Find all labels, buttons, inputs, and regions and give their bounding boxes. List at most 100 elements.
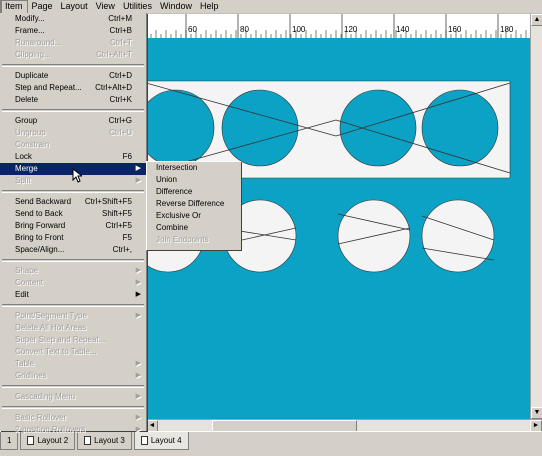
menu-item-2-position-rollovers[interactable]: 2-position Rollovers ▶ [0, 424, 146, 436]
menu-separator [2, 385, 144, 388]
horizontal-ruler: 60 80 100 120 140 160 180 [146, 14, 530, 39]
menu-item-shape[interactable]: Shape ▶ [0, 265, 146, 277]
menu-item-label: Cascading Menu [15, 392, 76, 401]
merge-item-join-endpoints[interactable]: Join Endpoints [147, 234, 241, 246]
menu-item-basic-rollover[interactable]: Basic Rollover ▶ [0, 412, 146, 424]
ruler-label: 160 [448, 25, 462, 34]
ruler-label: 80 [240, 25, 249, 34]
menu-item-convert-text-to-table[interactable]: Convert Text to Table... [0, 346, 146, 358]
menu-item-label: Content [15, 278, 44, 287]
menu-item-lock[interactable]: Lock F6 [0, 151, 146, 163]
menu-item-label: Gridlines [15, 371, 47, 380]
menu-item-bring-forward[interactable]: Bring Forward Ctrl+F5 [0, 220, 146, 232]
menu-item-label: Send to Back [15, 209, 63, 218]
menu-layout[interactable]: Layout [57, 0, 92, 13]
menu-item-delete-all-hot-areas[interactable]: Delete All Hot Areas [0, 322, 146, 334]
merge-item-union[interactable]: Union [147, 174, 241, 186]
menu-item-shortcut: Ctrl+M [108, 14, 132, 23]
menu-separator [2, 259, 144, 262]
submenu-arrow-icon: ▶ [135, 393, 141, 400]
submenu-arrow-icon: ▶ [135, 312, 141, 319]
menu-item-shortcut: Ctrl+G [108, 116, 132, 125]
merge-submenu: Intersection Union Difference Reverse Diffe… [146, 161, 242, 251]
submenu-arrow-icon: ▶ [135, 360, 141, 367]
menu-separator [2, 304, 144, 307]
menu-item-send-to-back[interactable]: Send to Back Shift+F5 [0, 208, 146, 220]
menu-item-delete[interactable]: Delete Ctrl+K [0, 94, 146, 106]
menu-item-shortcut: Ctrl+D [109, 71, 132, 80]
menu-item-content[interactable]: Content ▶ [0, 277, 146, 289]
menu-item-label: Bring to Front [15, 233, 64, 242]
merge-item-difference[interactable]: Difference [147, 186, 241, 198]
menu-item-shortcut: F6 [122, 152, 132, 161]
menu-item-label: Table [15, 359, 35, 368]
menu-item-label: Lock [15, 152, 32, 161]
submenu-arrow-icon: ▶ [135, 177, 141, 184]
menu-item-edit[interactable]: Edit ▶ [0, 289, 146, 301]
ruler-ticks: 60 80 100 120 140 160 180 [146, 14, 527, 38]
menu-item-constrain[interactable]: Constrain [0, 139, 146, 151]
menu-item-runaround[interactable]: Runaround... Ctrl+T [0, 37, 146, 49]
ruler-label: 120 [344, 25, 358, 34]
ruler-label: 100 [292, 25, 306, 34]
menu-item-duplicate[interactable]: Duplicate Ctrl+D [0, 70, 146, 82]
menu-item-send-backward[interactable]: Send Backward Ctrl+Shift+F5 [0, 196, 146, 208]
submenu-arrow-icon: ▶ [135, 267, 141, 274]
menu-item-label: Shape [15, 266, 39, 275]
menu-item[interactable]: Item [0, 0, 28, 14]
menu-item-ungroup[interactable]: Ungroup Ctrl+U [0, 127, 146, 139]
submenu-arrow-icon: ▶ [135, 279, 141, 286]
menu-item-shortcut: Ctrl+T [110, 38, 132, 47]
menu-item-shortcut: F5 [122, 233, 132, 242]
menu-bar: Item Page Layout View Utilities Window Help [0, 0, 542, 14]
menu-item-label: Modify... [15, 14, 45, 23]
menu-item-super-step-and-repeat[interactable]: Super Step and Repeat... [0, 334, 146, 346]
menu-help[interactable]: Help [196, 0, 223, 13]
menu-item-label: Clipping... [15, 50, 51, 59]
ruler-label: 140 [396, 25, 410, 34]
merge-item-exclusive-or[interactable]: Exclusive Or [147, 210, 241, 222]
menu-item-label: Basic Rollover [15, 413, 67, 422]
menu-item-label: Step and Repeat... [15, 83, 82, 92]
menu-item-label: Send Backward [15, 197, 72, 206]
menu-utilities[interactable]: Utilities [119, 0, 156, 13]
menu-item-label: Convert Text to Table... [15, 347, 97, 356]
ruler-label: 180 [500, 25, 514, 34]
menu-item-frame[interactable]: Frame... Ctrl+B [0, 25, 146, 37]
submenu-arrow-icon: ▶ [135, 291, 141, 298]
menu-item-table[interactable]: Table ▶ [0, 358, 146, 370]
submenu-arrow-icon: ▶ [135, 414, 141, 421]
menu-window[interactable]: Window [156, 0, 196, 13]
menu-view[interactable]: View [92, 0, 119, 13]
vertical-scrollbar[interactable]: ▲ ▼ [530, 14, 542, 419]
merge-item-reverse-difference[interactable]: Reverse Difference [147, 198, 241, 210]
menu-item-bring-to-front[interactable]: Bring to Front F5 [0, 232, 146, 244]
menu-item-space-align[interactable]: Space/Align... Ctrl+, [0, 244, 146, 256]
menu-item-label: Constrain [15, 140, 50, 149]
menu-item-label: Delete [15, 95, 39, 104]
menu-separator [2, 109, 144, 112]
scroll-up-icon[interactable]: ▲ [531, 14, 542, 26]
menu-item-cascading-menu[interactable]: Cascading Menu ▶ [0, 391, 146, 403]
menu-item-shortcut: Ctrl+U [109, 128, 132, 137]
menu-item-modify[interactable]: Modify... Ctrl+M [0, 13, 146, 25]
menu-item-label: Point/Segment Type [15, 311, 87, 320]
menu-item-gridlines[interactable]: Gridlines ▶ [0, 370, 146, 382]
menu-item-clipping[interactable]: Clipping... Ctrl+Alt+T [0, 49, 146, 61]
mouse-cursor-icon [72, 168, 82, 183]
menu-item-shortcut: Ctrl+Alt+D [95, 83, 132, 92]
menu-item-point-segment-type[interactable]: Point/Segment Type ▶ [0, 310, 146, 322]
menu-page[interactable]: Page [28, 0, 57, 13]
menu-item-group[interactable]: Group Ctrl+G [0, 115, 146, 127]
menu-item-label: Frame... [15, 26, 45, 35]
merge-item-intersection[interactable]: Intersection [147, 162, 241, 174]
submenu-arrow-icon: ▶ [135, 165, 141, 172]
menu-separator [2, 406, 144, 409]
menu-item-shortcut: Ctrl+, [112, 245, 132, 254]
layout-tab-label: Layout 4 [150, 436, 182, 445]
menu-item-shortcut: Ctrl+B [109, 26, 132, 35]
scroll-down-icon[interactable]: ▼ [531, 407, 542, 419]
menu-item-step-and-repeat[interactable]: Step and Repeat... Ctrl+Alt+D [0, 82, 146, 94]
merge-item-combine[interactable]: Combine [147, 222, 241, 234]
menu-item-label: 2-position Rollovers [15, 425, 86, 434]
